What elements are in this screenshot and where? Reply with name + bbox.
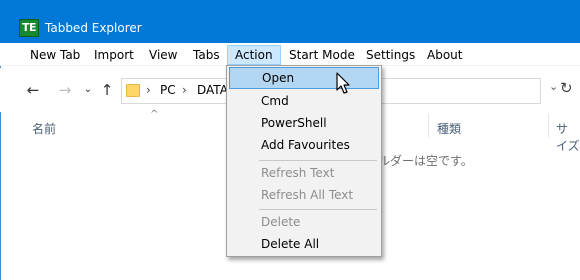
refresh-icon[interactable]: ↻ [560,79,573,97]
cm-item-delete-all[interactable]: Delete All [229,233,379,255]
empty-folder-message: ルダーは空です。 [378,154,473,168]
chevron-right-icon: › [182,83,187,97]
cm-item-powershell[interactable]: PowerShell [229,112,379,134]
arrow-left-icon[interactable]: ← [24,80,42,100]
menu-settings[interactable]: Settings [359,45,422,65]
menu-new-tab[interactable]: New Tab [23,45,87,65]
folder-icon [126,84,140,97]
cm-item-delete[interactable]: Delete [229,211,379,233]
sort-arrow-icon: ^ [150,109,159,120]
arrow-right-icon[interactable]: → [56,80,74,100]
menu-import[interactable]: Import [87,45,141,65]
menu-start-mode[interactable]: Start Mode [282,45,362,65]
menu-about[interactable]: About [420,45,469,65]
cm-item-refresh-text[interactable]: Refresh Text [229,162,379,184]
column-size[interactable]: サイズ [556,120,580,154]
breadcrumb-data[interactable]: DATA [197,83,228,97]
cm-item-add-favourites[interactable]: Add Favourites [229,134,379,156]
column-divider[interactable] [548,114,549,138]
column-divider[interactable] [428,114,429,138]
action-context-menu: Open Cmd PowerShell Add Favourites Refre… [226,65,382,257]
cm-item-refresh-all-text[interactable]: Refresh All Text [229,184,379,206]
cm-item-cmd[interactable]: Cmd [229,90,379,112]
column-type[interactable]: 種類 [437,120,461,137]
window-title: Tabbed Explorer [45,21,142,35]
cm-item-open[interactable]: Open [229,67,379,89]
cm-separator [259,160,377,161]
menu-view[interactable]: View [142,45,184,65]
cm-separator [259,209,377,210]
chevron-right-icon: › [146,83,151,97]
menu-action[interactable]: Action [227,45,281,65]
address-dropdown-icon[interactable]: ⌄ [549,80,558,93]
title-bar[interactable]: TE Tabbed Explorer [0,0,580,43]
menu-bar: New Tab Import View Tabs Action Start Mo… [0,43,580,66]
mouse-cursor-icon [336,72,350,94]
breadcrumb-pc[interactable]: PC [160,83,176,97]
column-name[interactable]: 名前 [32,120,56,137]
arrow-up-icon[interactable]: ↑ [98,80,116,100]
app-logo-icon: TE [19,19,39,37]
chevron-down-icon[interactable]: ⌄ [79,80,97,100]
menu-tabs[interactable]: Tabs [186,45,227,65]
